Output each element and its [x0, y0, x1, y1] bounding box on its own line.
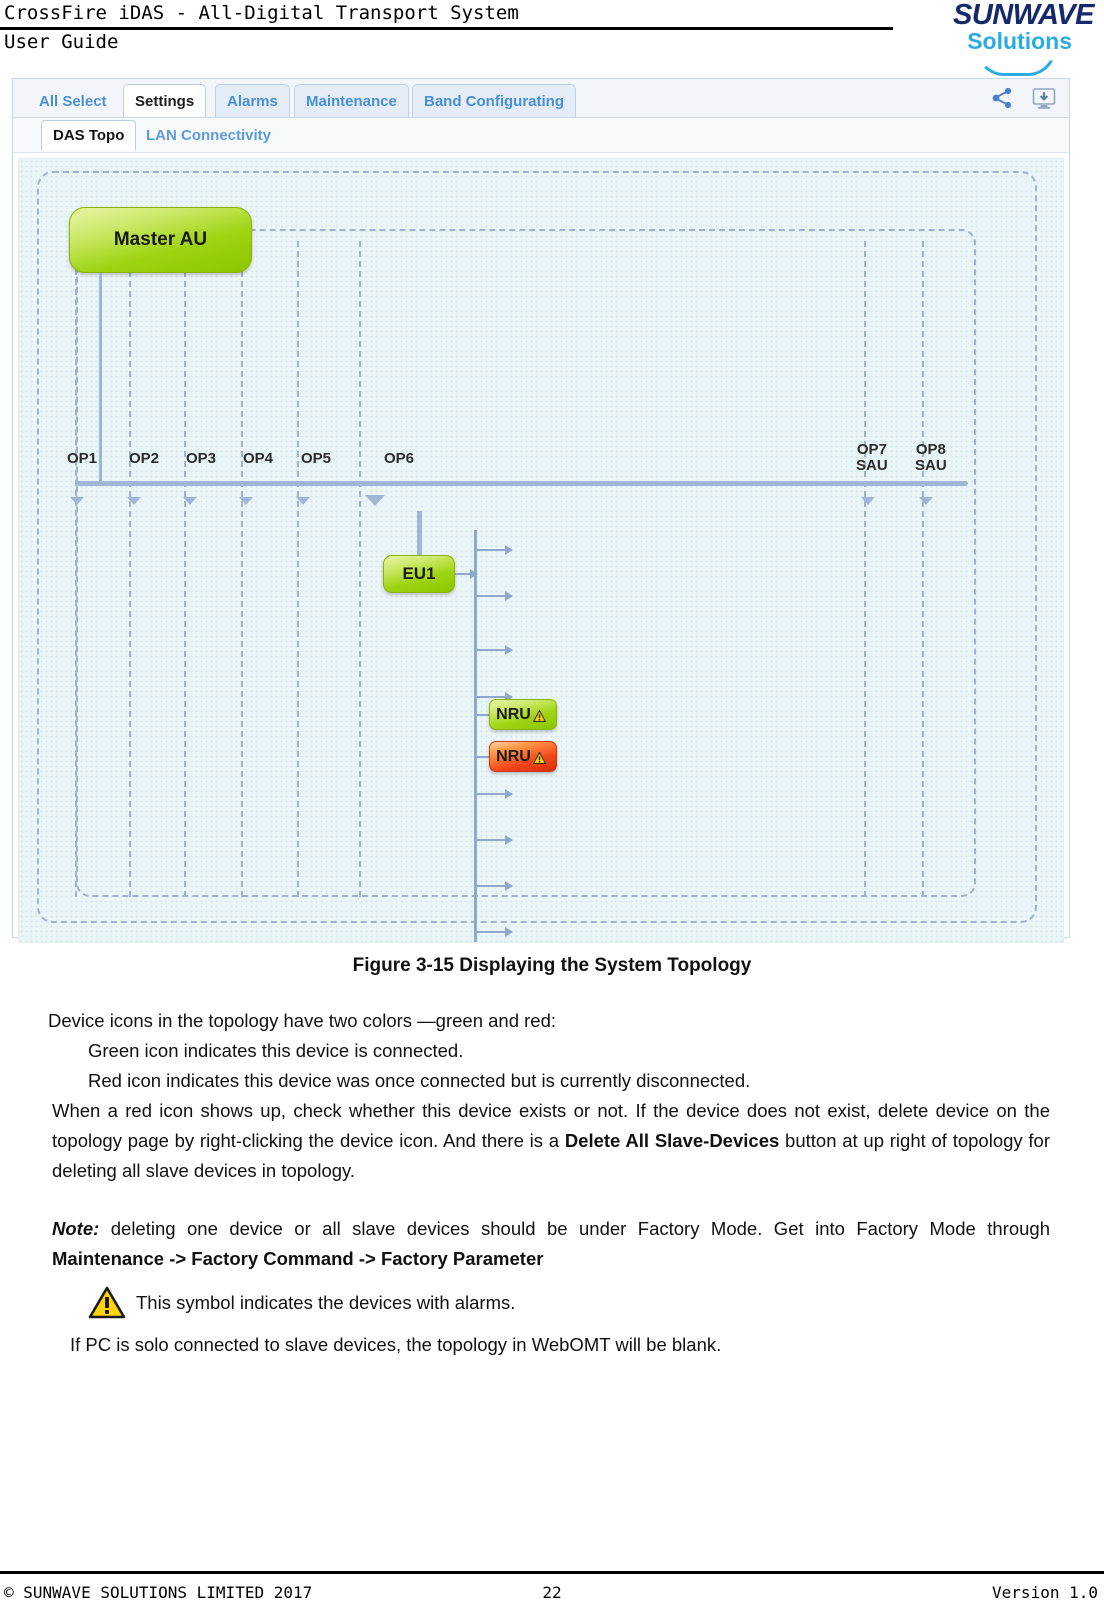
port-caret-6 — [365, 495, 385, 506]
page-footer: © SUNWAVE SOLUTIONS LIMITED 2017 22 Vers… — [0, 1565, 1104, 1623]
port-op5-text: OP5 — [301, 450, 332, 467]
sub-tab-bar: DAS Topo LAN Connectivity — [13, 118, 1069, 153]
node-eu1-label: EU1 — [402, 564, 436, 583]
document-subtitle: User Guide — [4, 31, 119, 53]
alarm-symbol-text: This symbol indicates the devices with a… — [136, 1292, 516, 1313]
node-eu1[interactable]: EU1 — [383, 555, 455, 593]
node-nru-connected[interactable]: NRU — [489, 699, 557, 730]
figure-caption: Figure 3-15 Displaying the System Topolo… — [352, 955, 752, 976]
port-label-op1: OP1 — [67, 451, 97, 467]
alarm-warning-icon-red — [532, 751, 547, 764]
port-label-op5: OP5 — [301, 451, 331, 467]
rail-arrow-7 — [474, 789, 513, 799]
tab-all-select[interactable]: All Select — [27, 84, 119, 117]
port-op8-sub: SAU — [915, 457, 947, 474]
rail-arrow-1 — [474, 545, 513, 555]
branch-lane-6 — [359, 241, 361, 897]
topology-trunk-bus — [76, 481, 968, 486]
branch-lane-8 — [922, 241, 924, 897]
main-tab-bar: All Select Settings Alarms Maintenance B… — [13, 79, 1069, 118]
port-op3-text: OP3 — [186, 450, 217, 467]
logo-wordmark: SUNWAVE — [953, 0, 1094, 31]
note-text: deleting one device or all slave devices… — [99, 1218, 1050, 1239]
port-label-op8: OP8 SAU — [915, 442, 947, 474]
node-nru-connected-label: NRU — [496, 705, 531, 723]
body-note: Note: deleting one device or all slave d… — [52, 1214, 1050, 1274]
subtab-das-topo[interactable]: DAS Topo — [41, 120, 137, 151]
branch-lane-7 — [864, 241, 866, 897]
alarm-symbol-legend: This symbol indicates the devices with a… — [88, 1286, 1104, 1320]
rail-arrow-2 — [474, 591, 513, 601]
port-op4-text: OP4 — [243, 450, 274, 467]
port-op2-text: OP2 — [129, 450, 160, 467]
body-content: Device icons in the topology have two co… — [0, 1006, 1104, 1356]
port-caret-4 — [239, 497, 253, 505]
port-caret-2 — [127, 497, 141, 505]
node-master-au-label: Master AU — [113, 229, 208, 250]
tab-settings[interactable]: Settings — [123, 84, 207, 117]
share-icon[interactable] — [989, 85, 1015, 111]
port-caret-1 — [70, 497, 84, 505]
download-screen-icon[interactable] — [1031, 85, 1057, 111]
application-screenshot: All Select Settings Alarms Maintenance B… — [12, 78, 1070, 943]
body-line-1: Device icons in the topology have two co… — [48, 1010, 557, 1031]
port-caret-3 — [183, 497, 197, 505]
node-nru-disconnected[interactable]: NRU — [489, 741, 557, 772]
port-label-op3: OP3 — [186, 451, 216, 467]
note-label: Note: — [52, 1218, 100, 1239]
body-line-3: Red icon indicates this device was once … — [88, 1070, 751, 1091]
port-op6-text: OP6 — [384, 450, 415, 467]
tab-maintenance[interactable]: Maintenance — [294, 84, 409, 117]
rail-arrow-8 — [474, 835, 513, 845]
branch-region — [76, 229, 976, 897]
node-master-au[interactable]: Master AU — [69, 207, 252, 273]
port-op7-sub: SAU — [856, 457, 888, 474]
port-op7-text: OP7 — [856, 441, 887, 458]
warning-triangle-icon — [88, 1286, 126, 1320]
footer-version: Version 1.0 — [992, 1583, 1098, 1602]
topology-canvas[interactable]: Master AU OP1 OP2 OP3 OP4 OP5 OP6 OP7 SA… — [18, 158, 1064, 943]
rail-arrow-10 — [474, 927, 513, 937]
document-title: CrossFire iDAS - All-Digital Transport S… — [4, 2, 519, 24]
body-line-2: Green icon indicates this device is conn… — [88, 1040, 464, 1061]
tab-band-configurating[interactable]: Band Configurating — [412, 84, 576, 117]
rail-arrow-9 — [474, 881, 513, 891]
node-nru-disconnected-label: NRU — [496, 747, 531, 765]
master-drop-line — [99, 273, 102, 483]
alarm-warning-icon — [532, 709, 547, 722]
port-op8-text: OP8 — [915, 441, 946, 458]
branch-lane-5 — [297, 241, 299, 897]
body-last-line: If PC is solo connected to slave devices… — [70, 1334, 722, 1355]
subtab-lan-connectivity[interactable]: LAN Connectivity — [135, 120, 282, 151]
eu1-feed-line — [417, 511, 422, 557]
rail-arrow-4 — [474, 692, 513, 702]
logo-swoosh-icon — [976, 48, 1056, 76]
port-label-op2: OP2 — [129, 451, 159, 467]
tab-alarms[interactable]: Alarms — [215, 84, 290, 117]
delete-all-slave-devices-ref: Delete All Slave-Devices — [564, 1130, 780, 1151]
port-caret-8 — [919, 497, 933, 505]
rail-arrow-3 — [474, 645, 513, 655]
sunwave-logo: SUNWAVE Solutions — [894, 0, 1094, 76]
branch-lane-4 — [241, 241, 243, 897]
header-divider — [0, 27, 893, 30]
body-paragraph-red-icon: When a red icon shows up, check whether … — [52, 1096, 1050, 1186]
port-label-op4: OP4 — [243, 451, 273, 467]
port-label-op6: OP6 — [384, 451, 414, 467]
port-label-op7: OP7 SAU — [856, 442, 888, 474]
branch-lane-2 — [129, 241, 131, 897]
page-header: CrossFire iDAS - All-Digital Transport S… — [0, 0, 1104, 76]
port-op1-text: OP1 — [67, 450, 98, 467]
toolbar-icons — [989, 85, 1057, 111]
footer-divider — [0, 1571, 1104, 1574]
branch-lane-3 — [184, 241, 186, 897]
port-caret-5 — [296, 497, 310, 505]
footer-page-number: 22 — [542, 1583, 562, 1602]
port-caret-7 — [861, 497, 875, 505]
nru-distribution-rail — [474, 530, 477, 942]
factory-mode-path-ref: Maintenance -> Factory Command -> Factor… — [52, 1248, 544, 1269]
